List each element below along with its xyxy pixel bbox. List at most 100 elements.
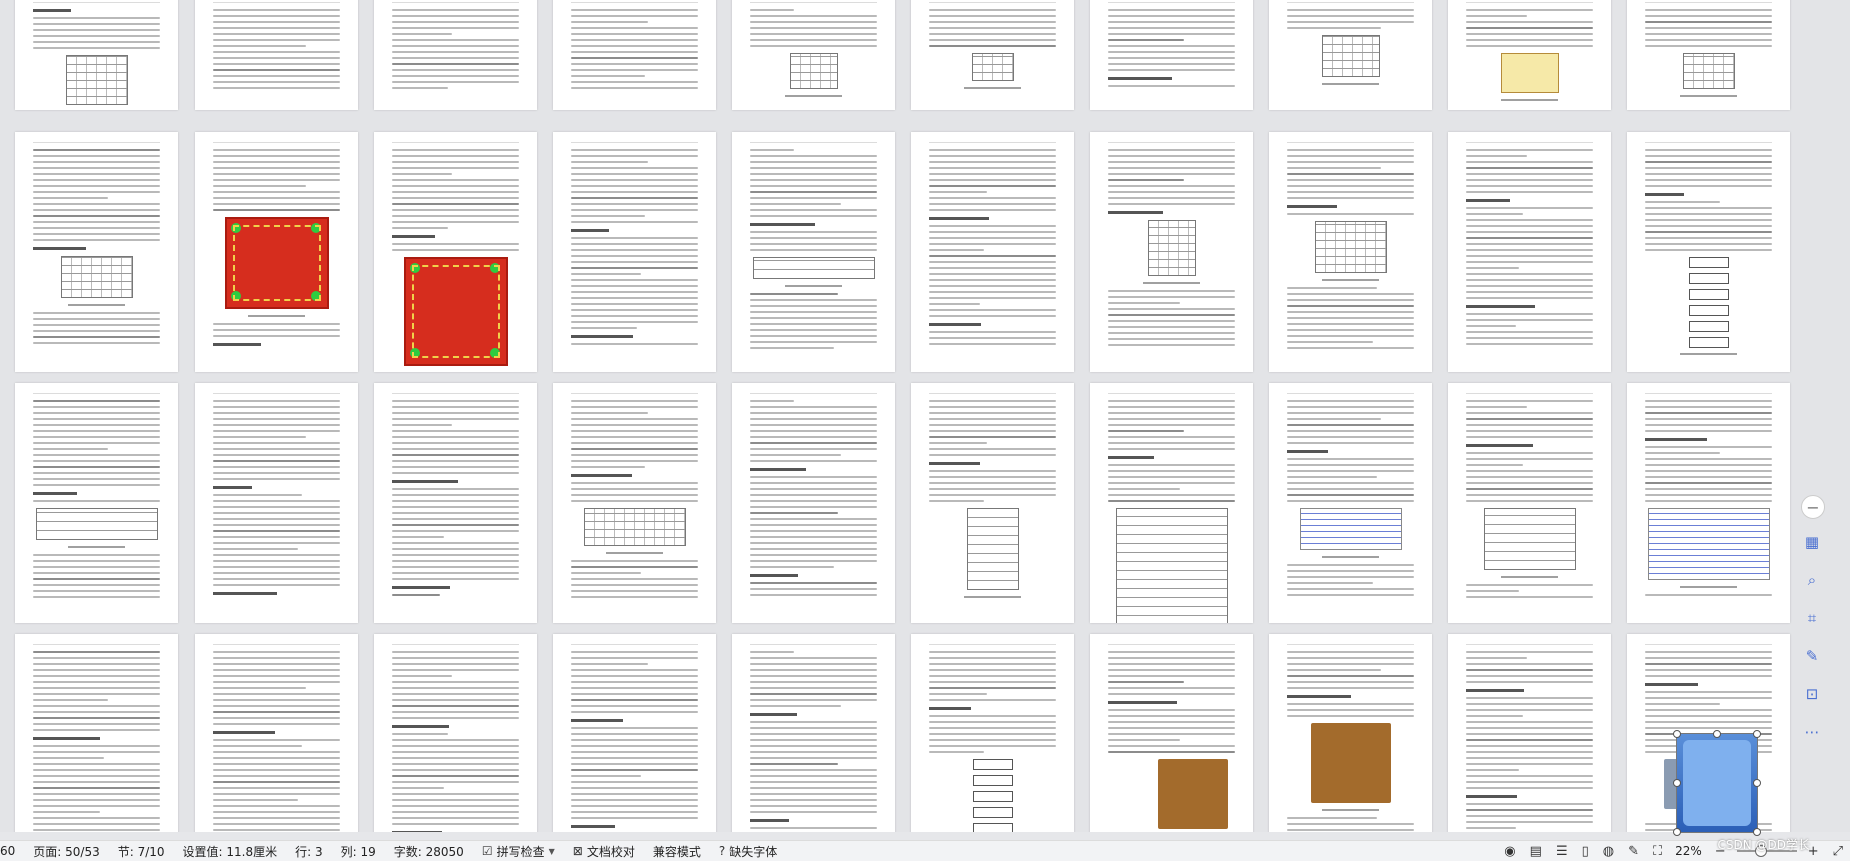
font-warning-icon: ? — [718, 844, 726, 858]
image-tools-panel: − ▦ ⌕ ⌗ ✎ ⊡ ⋯ — [1792, 495, 1832, 755]
edit-image-icon[interactable]: ✎ — [1797, 641, 1827, 671]
setting-value[interactable]: 设置值: 11.8厘米 — [183, 843, 278, 860]
figure-image — [65, 55, 128, 105]
figure-image — [60, 256, 133, 298]
flowchart-figure — [972, 759, 1013, 832]
row-indicator: 行: 3 — [295, 844, 323, 859]
pen-icon[interactable]: ✎ — [1628, 844, 1639, 859]
figure-image — [789, 53, 838, 89]
expand-icon[interactable]: ⤢ — [1833, 844, 1843, 859]
document-page-thumbnail[interactable] — [374, 634, 537, 832]
document-page-thumbnail[interactable] — [553, 383, 716, 623]
document-page-thumbnail[interactable] — [1448, 0, 1611, 110]
document-page-thumbnail[interactable] — [732, 634, 895, 832]
section-indicator[interactable]: 节: 7/10 — [118, 843, 165, 860]
more-icon[interactable]: ⋯ — [1797, 717, 1827, 747]
figure-image — [1647, 508, 1770, 580]
document-page-thumbnail[interactable] — [911, 132, 1074, 372]
figure-image — [1299, 508, 1402, 550]
figure-image — [403, 257, 508, 366]
document-page-thumbnail[interactable] — [1090, 0, 1253, 110]
page-view-icon[interactable]: ▤ — [1530, 844, 1542, 859]
flowchart-figure — [1688, 257, 1729, 348]
spell-check-label: 拼写检查 — [496, 844, 545, 859]
outline-view-icon[interactable]: ☰ — [1556, 844, 1568, 859]
document-page-thumbnail[interactable] — [911, 634, 1074, 832]
figure-image — [1314, 221, 1387, 273]
document-page-thumbnail[interactable] — [911, 0, 1074, 110]
document-page-thumbnail[interactable] — [195, 0, 358, 110]
figure-image — [224, 217, 329, 309]
document-page-thumbnail[interactable] — [1627, 383, 1790, 623]
missing-font-label: 缺失字体 — [729, 844, 778, 859]
spell-check-button[interactable]: ☑ 拼写检查 ▼ — [482, 843, 555, 860]
page-count-partial: 60 — [0, 844, 16, 858]
zoom-icon[interactable]: ⌕ — [1797, 565, 1827, 595]
document-page-thumbnail[interactable] — [553, 0, 716, 110]
document-page-thumbnail[interactable] — [553, 132, 716, 372]
document-page-thumbnail[interactable] — [195, 634, 358, 832]
word-count[interactable]: 字数: 28050 — [394, 843, 464, 860]
document-page-thumbnail[interactable] — [195, 383, 358, 623]
doc-proof-button[interactable]: ⊠ 文档校对 — [573, 843, 635, 860]
chevron-down-icon: ▼ — [548, 846, 555, 856]
checkbox-icon: ☑ — [481, 844, 493, 858]
crop-icon[interactable]: ⌗ — [1797, 603, 1827, 633]
eye-icon[interactable]: ◉ — [1504, 844, 1515, 859]
missing-font-button[interactable]: ? 缺失字体 — [719, 843, 777, 860]
document-page-thumbnail[interactable] — [1269, 383, 1432, 623]
document-page-thumbnail[interactable] — [15, 0, 178, 110]
document-page-thumbnail[interactable] — [553, 634, 716, 832]
figure-image — [583, 508, 686, 546]
document-page-thumbnail[interactable] — [1627, 132, 1790, 372]
proof-icon: ⊠ — [572, 844, 583, 858]
read-mode-icon[interactable]: ▯ — [1582, 844, 1589, 859]
figure-image — [1158, 759, 1228, 829]
document-page-thumbnail[interactable] — [195, 132, 358, 372]
compat-mode-label: 兼容模式 — [652, 844, 701, 859]
column-indicator: 列: 19 — [340, 844, 376, 859]
figure-image — [966, 508, 1019, 590]
zoom-level[interactable]: 22% — [1675, 844, 1702, 858]
document-page-thumbnail[interactable] — [374, 132, 537, 372]
document-page-thumbnail[interactable] — [374, 0, 537, 110]
fit-page-icon[interactable]: ⛶ — [1653, 844, 1662, 859]
ocr-icon[interactable]: ⊡ — [1797, 679, 1827, 709]
figure-image — [35, 508, 158, 540]
figure-image — [1310, 723, 1391, 803]
document-page-thumbnail[interactable] — [1269, 132, 1432, 372]
figure-image — [1483, 508, 1576, 570]
document-page-thumbnail[interactable] — [1269, 0, 1432, 110]
figure-image — [1115, 508, 1228, 623]
document-page-thumbnail[interactable] — [1090, 634, 1253, 832]
document-page-thumbnail[interactable] — [15, 383, 178, 623]
document-page-thumbnail[interactable] — [911, 383, 1074, 623]
document-page-thumbnail[interactable] — [374, 383, 537, 623]
document-page-thumbnail[interactable] — [15, 634, 178, 832]
document-page-thumbnail[interactable] — [732, 383, 895, 623]
document-page-thumbnail[interactable] — [1448, 383, 1611, 623]
figure-image — [1500, 53, 1559, 93]
web-view-icon[interactable]: ◍ — [1603, 844, 1614, 859]
figure-image — [1682, 53, 1735, 89]
selected-image[interactable] — [1673, 730, 1761, 836]
page-indicator[interactable]: 页面: 50/53 — [33, 843, 99, 860]
document-canvas[interactable] — [0, 0, 1850, 832]
document-page-thumbnail[interactable] — [1090, 383, 1253, 623]
figure-image — [752, 257, 875, 279]
figure-image — [1321, 35, 1380, 77]
document-page-thumbnail[interactable] — [1448, 634, 1611, 832]
figure-image — [971, 53, 1014, 81]
document-page-thumbnail[interactable] — [1448, 132, 1611, 372]
document-page-thumbnail[interactable] — [1627, 0, 1790, 110]
doc-proof-label: 文档校对 — [586, 844, 635, 859]
document-page-thumbnail[interactable] — [1269, 634, 1432, 832]
collapse-icon[interactable]: − — [1801, 495, 1825, 519]
document-page-thumbnail[interactable] — [732, 132, 895, 372]
status-bar: 60 页面: 50/53 节: 7/10 设置值: 11.8厘米 行: 3 列:… — [0, 840, 1850, 861]
table-icon[interactable]: ▦ — [1797, 527, 1827, 557]
figure-image — [1147, 220, 1196, 276]
document-page-thumbnail[interactable] — [1090, 132, 1253, 372]
document-page-thumbnail[interactable] — [15, 132, 178, 372]
document-page-thumbnail[interactable] — [732, 0, 895, 110]
